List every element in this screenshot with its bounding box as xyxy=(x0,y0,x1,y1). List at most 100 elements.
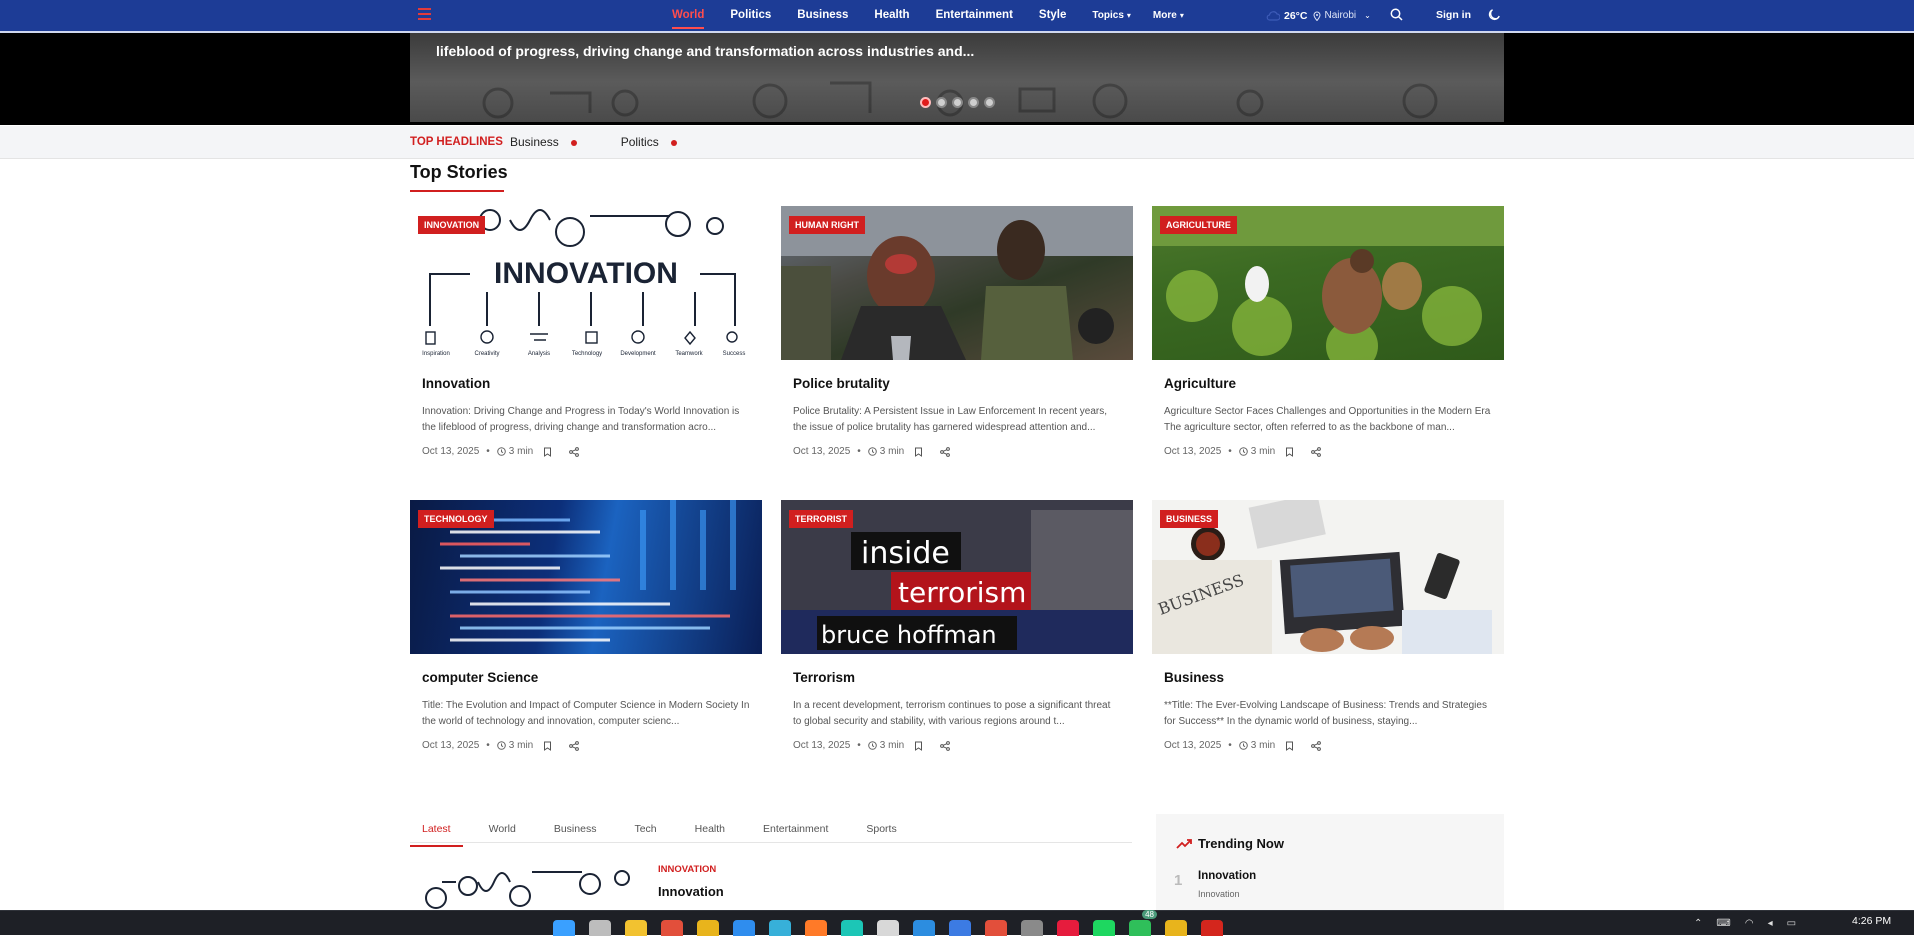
nav-link-politics[interactable]: Politics xyxy=(730,0,771,31)
story-card: INNOVATION Inspiration Creativity Analys… xyxy=(410,206,762,457)
github-icon[interactable] xyxy=(877,920,899,936)
nav-link-entertainment[interactable]: Entertainment xyxy=(936,0,1013,31)
nav-dropdown-topics[interactable]: Topics ▾ xyxy=(1092,0,1131,31)
file-explorer-icon[interactable] xyxy=(625,920,647,936)
chrome-profile-2-icon[interactable] xyxy=(985,920,1007,936)
story-title[interactable]: Innovation xyxy=(422,376,750,391)
share-icon[interactable] xyxy=(940,446,951,457)
whatsapp-icon[interactable]: 48 xyxy=(1129,910,1157,936)
story-excerpt: In a recent development, terrorism conti… xyxy=(793,700,1111,727)
more-label: More xyxy=(1152,10,1177,21)
console-icon[interactable] xyxy=(1021,920,1043,936)
ticker-item[interactable]: Business xyxy=(510,126,577,159)
signin-button[interactable]: Sign in xyxy=(1436,0,1471,31)
story-image[interactable]: HUMAN RIGHT xyxy=(781,206,1133,360)
story-title[interactable]: Terrorism xyxy=(793,670,1121,685)
story-image[interactable]: inside terrorism bruce hoffman TERRORIST xyxy=(781,500,1133,654)
vscode-icon[interactable] xyxy=(913,920,935,936)
nav-link-health[interactable]: Health xyxy=(874,0,909,31)
nav-link-world[interactable]: World xyxy=(672,0,705,31)
category-badge[interactable]: BUSINESS xyxy=(1160,510,1219,528)
chrome-profile-icon[interactable] xyxy=(661,920,683,936)
chevron-up-icon[interactable]: ⌃ xyxy=(1694,918,1702,929)
tab-world[interactable]: World xyxy=(489,819,528,842)
bookmark-icon[interactable] xyxy=(543,447,552,457)
slider-dot[interactable] xyxy=(984,97,995,108)
puzzle-app-icon[interactable] xyxy=(769,920,791,936)
windows-start-icon[interactable] xyxy=(553,920,575,936)
share-icon[interactable] xyxy=(1311,740,1322,751)
category-badge[interactable]: HUMAN RIGHT xyxy=(789,216,865,234)
weather-widget[interactable]: 26°C Nairobi ⌄ xyxy=(1266,0,1371,31)
ticker-item[interactable]: Politics xyxy=(621,126,677,159)
category-badge[interactable]: TERRORIST xyxy=(789,510,854,528)
story-image[interactable]: INNOVATION Inspiration Creativity Analys… xyxy=(410,206,762,360)
story-title[interactable]: Agriculture xyxy=(1164,376,1492,391)
search-icon[interactable] xyxy=(1390,8,1403,26)
latest-story-image[interactable] xyxy=(412,862,636,912)
slider-dot[interactable] xyxy=(920,97,931,108)
spotify-icon[interactable] xyxy=(1093,920,1115,936)
task-view-icon[interactable] xyxy=(589,920,611,936)
tab-health[interactable]: Health xyxy=(695,819,737,842)
tab-latest[interactable]: Latest xyxy=(410,819,463,847)
latest-story-title[interactable]: Innovation xyxy=(658,884,724,899)
slider-dot[interactable] xyxy=(968,97,979,108)
story-title[interactable]: Police brutality xyxy=(793,376,1121,391)
category-badge[interactable]: AGRICULTURE xyxy=(1160,216,1237,234)
wifi-icon[interactable]: ◠ xyxy=(1745,918,1754,929)
os-taskbar: 48 ⌃ ⌨ ◠ ◂ ▭ 4:26 PM xyxy=(0,910,1914,936)
volume-icon[interactable]: ◂ xyxy=(1768,918,1773,929)
cover-line-2: terrorism xyxy=(898,576,1026,609)
share-icon[interactable] xyxy=(569,740,580,751)
hero-slider[interactable]: lifeblood of progress, driving change an… xyxy=(410,33,1504,122)
slider-dot[interactable] xyxy=(952,97,963,108)
nav-dropdown-more[interactable]: More ▾ xyxy=(1153,0,1184,31)
slider-dot[interactable] xyxy=(936,97,947,108)
story-title[interactable]: computer Science xyxy=(422,670,750,685)
moon-icon[interactable] xyxy=(1488,8,1501,26)
tab-sports[interactable]: Sports xyxy=(866,819,908,842)
story-title[interactable]: Business xyxy=(1164,670,1492,685)
battery-icon[interactable]: ▭ xyxy=(1787,918,1796,929)
bookmark-icon[interactable] xyxy=(914,741,923,751)
nav-link-style[interactable]: Style xyxy=(1039,0,1067,31)
bookmark-icon[interactable] xyxy=(914,447,923,457)
trending-item-title[interactable]: Innovation xyxy=(1198,870,1256,882)
tab-entertainment[interactable]: Entertainment xyxy=(763,819,840,842)
terminal-app-icon[interactable] xyxy=(841,920,863,936)
share-icon[interactable] xyxy=(1311,446,1322,457)
nav-link-business[interactable]: Business xyxy=(797,0,848,31)
edge-icon[interactable] xyxy=(733,920,755,936)
pdf-reader-icon[interactable] xyxy=(1201,920,1223,936)
hamburger-menu-icon[interactable] xyxy=(418,8,431,20)
story-meta: Oct 13, 2025 • 3 min xyxy=(793,740,1121,751)
category-badge[interactable]: TECHNOLOGY xyxy=(418,510,494,528)
trending-rank: 1 xyxy=(1174,872,1183,889)
share-icon[interactable] xyxy=(569,446,580,457)
share-icon[interactable] xyxy=(940,740,951,751)
latest-story-category[interactable]: INNOVATION xyxy=(658,864,716,875)
chevron-down-icon: ▾ xyxy=(1126,11,1131,20)
bookmark-icon[interactable] xyxy=(1285,447,1294,457)
step-label: Success xyxy=(723,351,746,357)
tab-business[interactable]: Business xyxy=(554,819,609,842)
tab-tech[interactable]: Tech xyxy=(634,819,668,842)
category-badge[interactable]: INNOVATION xyxy=(418,216,486,234)
story-image[interactable]: BUSINESS BUSINESS xyxy=(1152,500,1504,654)
firefox-icon[interactable] xyxy=(805,920,827,936)
story-image[interactable]: AGRICULTURE xyxy=(1152,206,1504,360)
taskbar-clock[interactable]: 4:26 PM xyxy=(1852,915,1891,927)
bookmark-icon[interactable] xyxy=(1285,741,1294,751)
bookmark-icon[interactable] xyxy=(543,741,552,751)
read-time: 3 min xyxy=(879,446,905,457)
taskbar-apps: 48 xyxy=(553,910,1237,936)
story-excerpt: Agriculture Sector Faces Challenges and … xyxy=(1164,406,1491,433)
chrome-icon[interactable] xyxy=(1165,920,1187,936)
story-image[interactable]: TECHNOLOGY xyxy=(410,500,762,654)
feather-app-icon[interactable] xyxy=(949,920,971,936)
chrome-icon[interactable] xyxy=(697,920,719,936)
youtube-music-icon[interactable] xyxy=(1057,920,1079,936)
story-date: Oct 13, 2025 xyxy=(1164,740,1222,751)
keyboard-icon[interactable]: ⌨ xyxy=(1716,918,1730,929)
